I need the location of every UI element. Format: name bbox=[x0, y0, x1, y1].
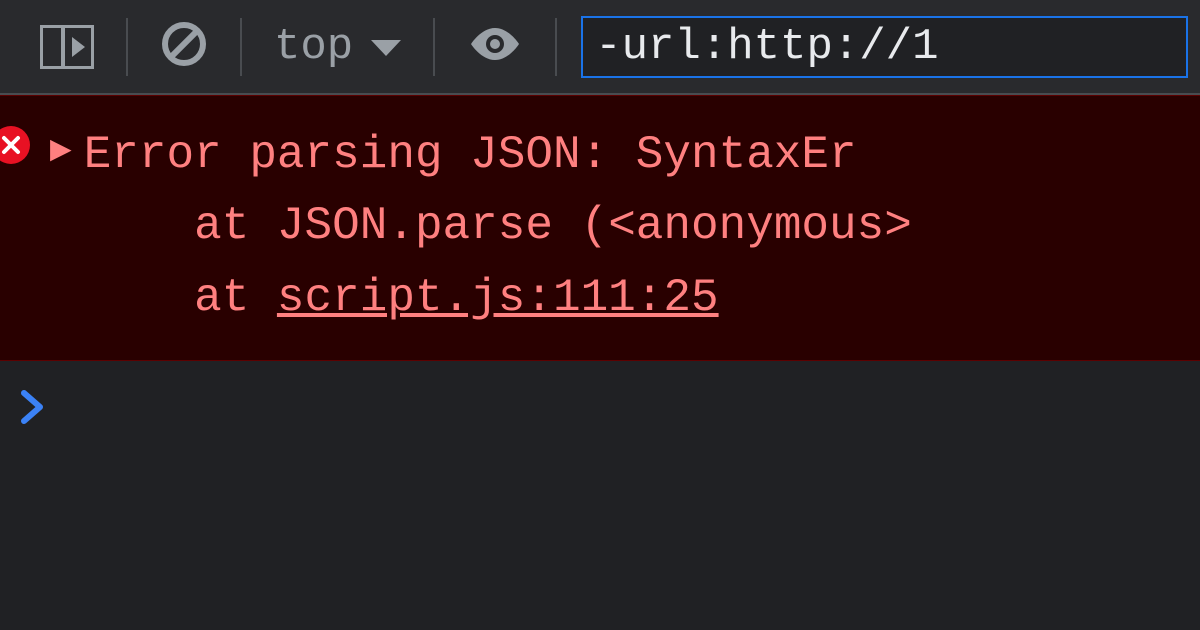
error-line-3-prefix: at bbox=[84, 272, 277, 324]
error-line-2-prefix: at JSON.parse ( bbox=[84, 200, 609, 252]
toolbar-divider bbox=[433, 18, 435, 76]
prompt-chevron-icon bbox=[20, 389, 46, 439]
toolbar-divider bbox=[240, 18, 242, 76]
context-selector[interactable]: top bbox=[246, 22, 429, 72]
error-line-1: Error parsing JSON: SyntaxEr bbox=[84, 129, 857, 181]
toggle-sidebar-button[interactable] bbox=[12, 0, 122, 94]
clear-console-button[interactable] bbox=[132, 0, 236, 94]
live-expression-button[interactable] bbox=[439, 0, 551, 94]
context-label: top bbox=[274, 22, 353, 72]
clear-icon bbox=[160, 20, 208, 73]
chevron-down-icon bbox=[371, 22, 401, 72]
console-toolbar: top bbox=[0, 0, 1200, 95]
toolbar-divider bbox=[555, 18, 557, 76]
toolbar-divider bbox=[126, 18, 128, 76]
error-content: ▶ Error parsing JSON: SyntaxEr at JSON.p… bbox=[50, 120, 1200, 334]
eye-icon bbox=[467, 24, 523, 69]
filter-input[interactable] bbox=[581, 16, 1188, 78]
error-icon bbox=[0, 126, 30, 164]
expand-arrow-icon[interactable]: ▶ bbox=[50, 128, 72, 171]
error-icon-column bbox=[0, 120, 50, 164]
panel-toggle-icon bbox=[40, 25, 94, 69]
error-text: Error parsing JSON: SyntaxEr at JSON.par… bbox=[84, 120, 912, 334]
error-message-row: ▶ Error parsing JSON: SyntaxEr at JSON.p… bbox=[0, 95, 1200, 361]
console-prompt-row[interactable] bbox=[0, 361, 1200, 467]
error-anonymous: <anonymous> bbox=[608, 200, 912, 252]
error-source-link[interactable]: script.js:111:25 bbox=[277, 272, 719, 324]
console-output: ▶ Error parsing JSON: SyntaxEr at JSON.p… bbox=[0, 95, 1200, 467]
